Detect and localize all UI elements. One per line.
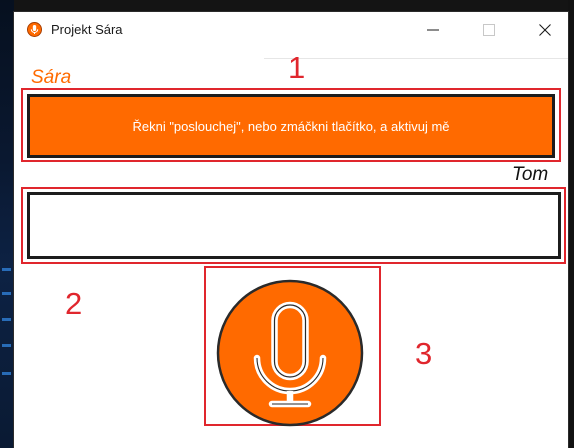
microphone-button[interactable] [215, 278, 365, 428]
minimize-button[interactable] [410, 12, 456, 48]
annotation-number-2: 2 [65, 286, 83, 321]
desktop-background-top [0, 0, 574, 12]
maximize-icon [483, 24, 495, 36]
close-button[interactable] [522, 12, 568, 48]
user-speech-input[interactable] [27, 192, 561, 259]
app-window: Projekt Sára 1 Sára Řekni "poslouchej", … [14, 12, 568, 448]
desktop-background-left [0, 0, 14, 448]
minimize-icon [427, 29, 439, 31]
assistant-name-label: Sára [31, 67, 72, 88]
desktop-background-right [568, 0, 574, 448]
assistant-message-text: Řekni "poslouchej", nebo zmáčkni tlačítk… [132, 118, 450, 134]
annotation-number-1: 1 [288, 50, 306, 85]
window-title: Projekt Sára [51, 22, 123, 37]
user-name-label: Tom [512, 164, 549, 185]
assistant-message-box: Řekni "poslouchej", nebo zmáčkni tlačítk… [27, 94, 555, 158]
title-bar[interactable]: Projekt Sára [14, 12, 568, 48]
annotation-number-3: 3 [415, 336, 433, 371]
close-icon [539, 24, 551, 36]
app-logo-icon [27, 22, 42, 37]
maximize-button[interactable] [466, 12, 512, 48]
title-divider [264, 58, 568, 59]
